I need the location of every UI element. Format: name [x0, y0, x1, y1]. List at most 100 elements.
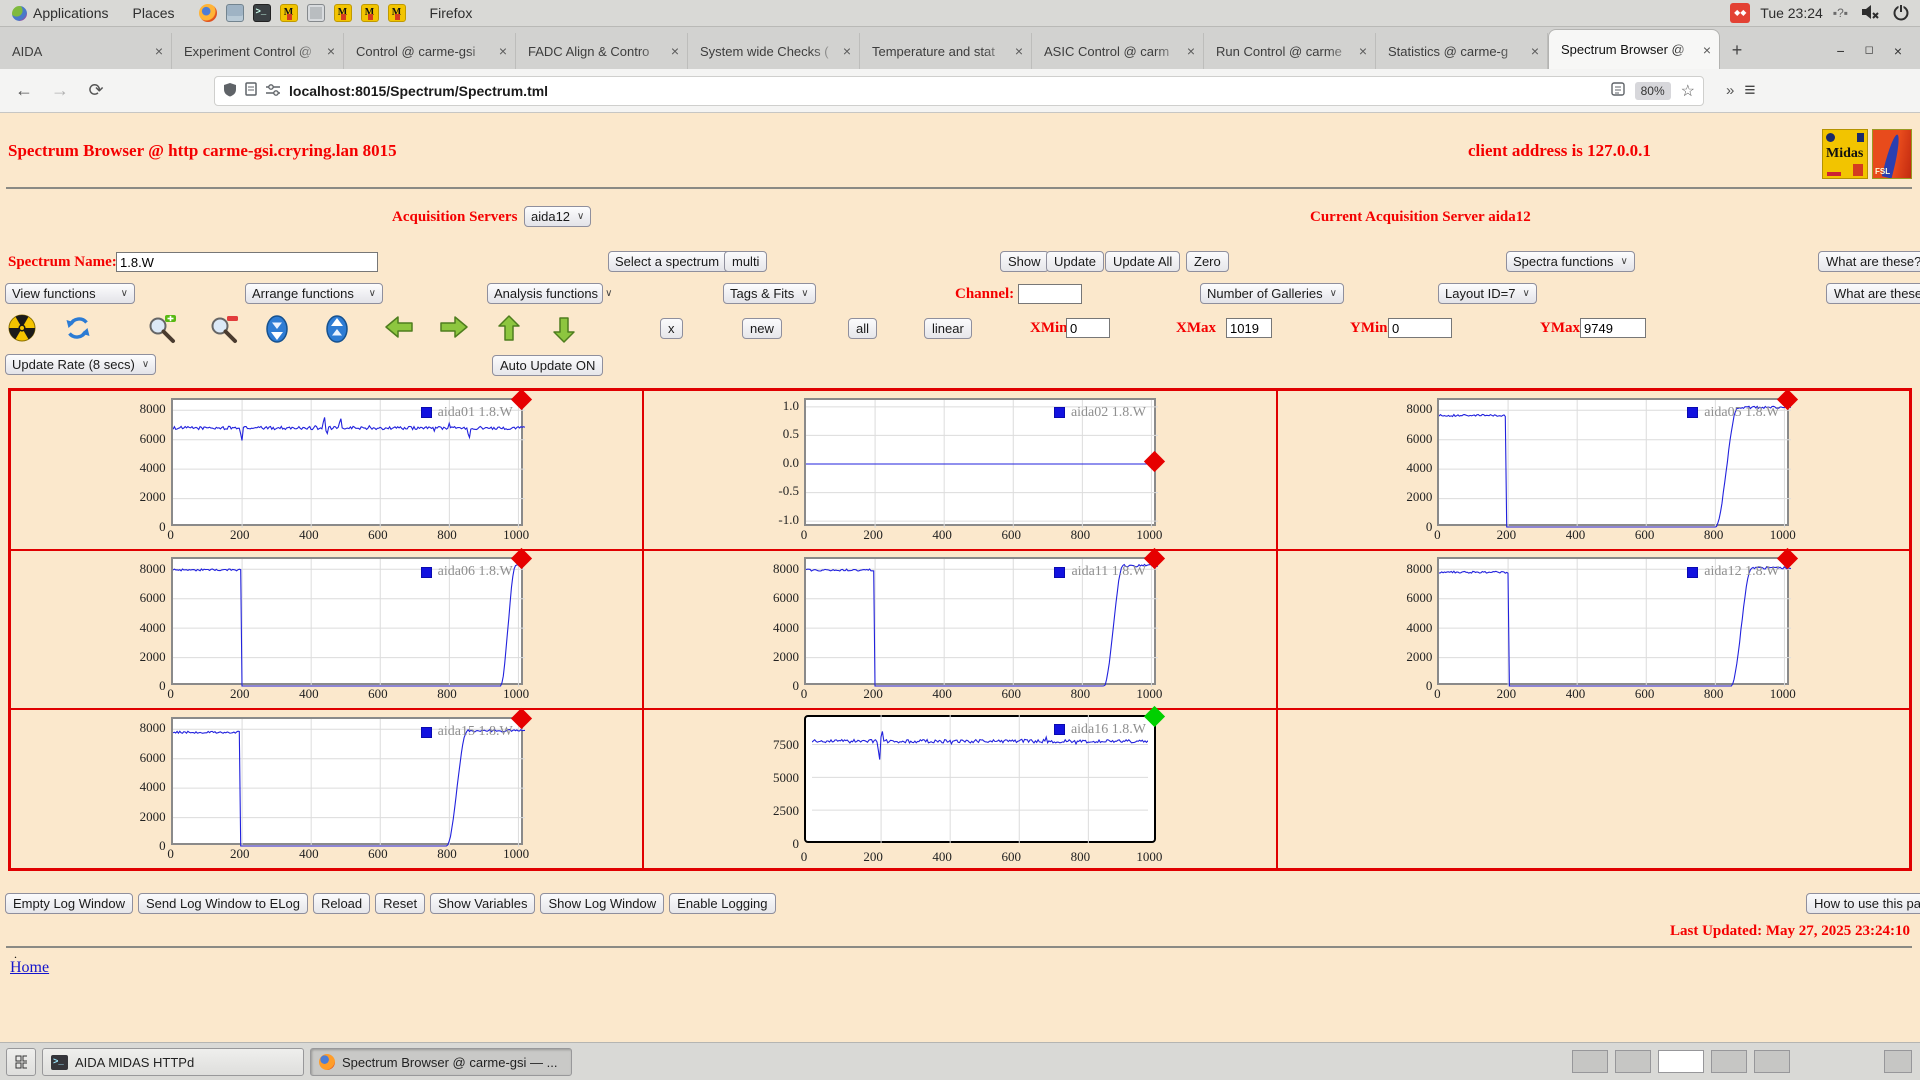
window-maximize-button[interactable]: ◻: [1865, 43, 1874, 59]
update-button[interactable]: Update: [1046, 251, 1104, 272]
zero-button[interactable]: Zero: [1186, 251, 1229, 272]
ymax-input[interactable]: [1580, 318, 1646, 338]
keyboard-indicator-icon[interactable]: ▪?▪: [1833, 6, 1848, 20]
midas-window-icon[interactable]: M: [361, 4, 379, 22]
browser-tab-aida[interactable]: AIDA×: [0, 33, 172, 69]
update-all-button[interactable]: Update All: [1105, 251, 1180, 272]
spectrum-plot-aida06[interactable]: 02000400060008000aida06 1.8.W02004006008…: [131, 557, 523, 701]
spectrum-plot-aida12[interactable]: 02000400060008000aida12 1.8.W02004006008…: [1397, 557, 1789, 701]
zoom-out-icon[interactable]: [208, 314, 240, 349]
zoom-level-badge[interactable]: 80%: [1635, 82, 1671, 100]
new-button[interactable]: new: [742, 318, 782, 339]
workspace-cell-4[interactable]: [1711, 1050, 1747, 1073]
midas-window-icon[interactable]: M: [334, 4, 352, 22]
tab-close-icon[interactable]: ×: [1183, 43, 1195, 59]
spectrum-plot-aida05[interactable]: 02000400060008000aida05 1.8.W02004006008…: [1397, 398, 1789, 542]
xmax-input[interactable]: [1226, 318, 1272, 338]
send-log-window-to-elog-button[interactable]: Send Log Window to ELog: [138, 893, 308, 914]
screenshot-tool-icon[interactable]: [307, 4, 325, 22]
taskbar-window-spectrum-browser[interactable]: Spectrum Browser @ carme-gsi — ...: [310, 1048, 572, 1076]
ymin-input[interactable]: [1388, 318, 1452, 338]
spectrum-plot-aida11[interactable]: 02000400060008000aida11 1.8.W02004006008…: [764, 557, 1156, 701]
collapse-vertical-icon[interactable]: [264, 314, 290, 349]
arrow-up-icon[interactable]: [496, 314, 522, 349]
midas-window-icon[interactable]: M: [280, 4, 298, 22]
spectrum-plot-aida02[interactable]: -1.0-0.50.00.51.0aida02 1.8.W02004006008…: [764, 398, 1156, 542]
files-launcher-icon[interactable]: [226, 4, 244, 22]
tab-close-icon[interactable]: ×: [1527, 43, 1539, 59]
applications-menu[interactable]: Applications: [0, 0, 121, 26]
what-are-these-button-2[interactable]: What are these?: [1826, 283, 1920, 304]
browser-tab-spectrum-browser[interactable]: Spectrum Browser @×: [1548, 29, 1720, 69]
what-are-these-button-1[interactable]: What are these?: [1818, 251, 1920, 272]
facility-logo[interactable]: FSL: [1872, 129, 1912, 179]
all-button[interactable]: all: [848, 318, 877, 339]
midas-window-icon[interactable]: M: [388, 4, 406, 22]
refresh-icon[interactable]: [64, 314, 92, 347]
tab-close-icon[interactable]: ×: [667, 43, 679, 59]
tab-close-icon[interactable]: ×: [1699, 42, 1711, 58]
reset-button[interactable]: Reset: [375, 893, 425, 914]
browser-tab-run-control-carme[interactable]: Run Control @ carme×: [1204, 33, 1376, 69]
show-button[interactable]: Show: [1000, 251, 1049, 272]
address-bar[interactable]: localhost:8015/Spectrum/Spectrum.tml 80%…: [214, 76, 1704, 106]
browser-tab-temperature-and-stat[interactable]: Temperature and stat×: [860, 33, 1032, 69]
arrange-functions-dropdown[interactable]: Arrange functions∨: [245, 283, 383, 304]
channel-input[interactable]: [1018, 284, 1082, 304]
app-menu-icon[interactable]: ≡: [1744, 80, 1755, 102]
plot-canvas-aida16[interactable]: aida16 1.8.W: [804, 715, 1156, 843]
plot-canvas-aida06[interactable]: aida06 1.8.W: [171, 557, 523, 685]
select-spectrum-dropdown[interactable]: Select a spectrum∨: [608, 251, 740, 272]
plot-canvas-aida12[interactable]: aida12 1.8.W: [1437, 557, 1789, 685]
empty-log-window-button[interactable]: Empty Log Window: [5, 893, 133, 914]
browser-tab-control-carme-gsi[interactable]: Control @ carme-gsi×: [344, 33, 516, 69]
reload-button[interactable]: ⟳: [82, 80, 110, 101]
plot-canvas-aida15[interactable]: aida15 1.8.W: [171, 717, 523, 845]
analysis-functions-dropdown[interactable]: Analysis functions∨: [487, 283, 603, 304]
view-functions-dropdown[interactable]: View functions∨: [5, 283, 135, 304]
workspace-cell-1[interactable]: [1572, 1050, 1608, 1073]
browser-tab-experiment-control[interactable]: Experiment Control @×: [172, 33, 344, 69]
browser-tab-statistics-carme-g[interactable]: Statistics @ carme-g×: [1376, 33, 1548, 69]
workspace-cell-2[interactable]: [1615, 1050, 1651, 1073]
reader-mode-icon[interactable]: [1611, 82, 1625, 99]
expand-vertical-icon[interactable]: [324, 314, 350, 349]
page-info-icon[interactable]: [245, 82, 257, 99]
permissions-icon[interactable]: [265, 83, 281, 99]
spectrum-plot-aida01[interactable]: 02000400060008000aida01 1.8.W02004006008…: [131, 398, 523, 542]
places-menu[interactable]: Places: [121, 0, 187, 26]
notification-icon[interactable]: ◆◆: [1730, 3, 1750, 23]
tab-close-icon[interactable]: ×: [839, 43, 851, 59]
browser-tab-asic-control-carm[interactable]: ASIC Control @ carm×: [1032, 33, 1204, 69]
multi-button[interactable]: multi: [724, 251, 767, 272]
acquisition-server-select[interactable]: aida12∨: [524, 206, 591, 227]
taskbar-window-aida-midas-httpd[interactable]: >_ AIDA MIDAS HTTPd: [42, 1048, 304, 1076]
arrow-right-icon[interactable]: [437, 314, 471, 345]
volume-muted-icon[interactable]: [1860, 4, 1880, 23]
auto-update-button[interactable]: Auto Update ON: [492, 355, 603, 376]
x-axis-button[interactable]: x: [660, 318, 683, 339]
spectra-functions-dropdown[interactable]: Spectra functions∨: [1506, 251, 1635, 272]
shield-icon[interactable]: [223, 82, 237, 100]
radioactive-icon[interactable]: [8, 314, 36, 347]
spectrum-name-input[interactable]: [116, 252, 378, 272]
tab-close-icon[interactable]: ×: [1355, 43, 1367, 59]
toolbar-overflow-icon[interactable]: »: [1726, 82, 1732, 99]
plot-canvas-aida01[interactable]: aida01 1.8.W: [171, 398, 523, 526]
bookmark-star-icon[interactable]: ☆: [1681, 81, 1695, 101]
window-minimize-button[interactable]: −: [1836, 43, 1844, 59]
back-button[interactable]: ←: [10, 80, 38, 101]
clock[interactable]: Tue 23:24: [1760, 5, 1823, 21]
zoom-in-icon[interactable]: [146, 314, 178, 349]
arrow-left-icon[interactable]: [382, 314, 416, 345]
taskbar-tray-cell[interactable]: [1884, 1050, 1912, 1073]
show-desktop-button[interactable]: [6, 1048, 36, 1076]
home-link[interactable]: Home: [10, 959, 49, 977]
forward-button[interactable]: →: [46, 80, 74, 101]
linear-button[interactable]: linear: [924, 318, 972, 339]
firefox-launcher-icon[interactable]: [199, 4, 217, 22]
midas-logo[interactable]: Midas: [1822, 129, 1868, 179]
window-close-button[interactable]: ×: [1894, 43, 1902, 59]
browser-tab-system-wide-checks[interactable]: System wide Checks (×: [688, 33, 860, 69]
spectrum-plot-aida15[interactable]: 02000400060008000aida15 1.8.W02004006008…: [131, 717, 523, 861]
